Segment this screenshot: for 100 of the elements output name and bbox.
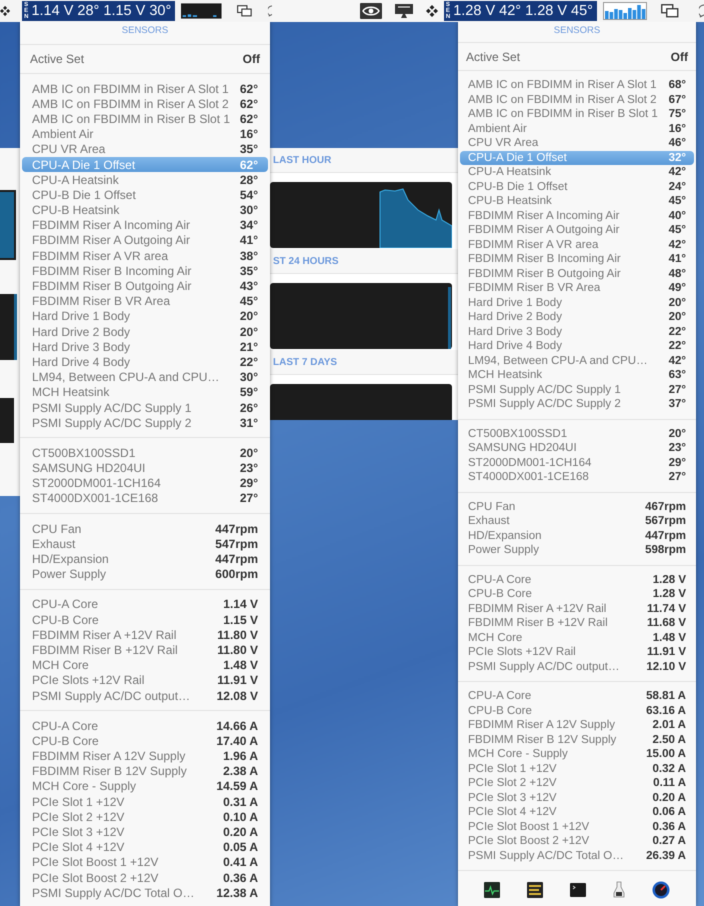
sensor-row[interactable]: PCIe Slot 4 +12V 0.05 A <box>22 840 268 855</box>
sensor-row[interactable]: CPU VR Area 46° <box>460 136 694 150</box>
gauge-icon[interactable] <box>652 881 670 899</box>
sensor-row[interactable]: Ambient Air 16° <box>22 126 268 142</box>
sensor-row[interactable]: Hard Drive 1 Body 20° <box>22 308 268 324</box>
sensor-row[interactable]: FBDIMM Riser B Incoming Air 41° <box>460 252 694 266</box>
sensor-row[interactable]: FBDIMM Riser A +12V Rail 11.80 V <box>22 627 268 642</box>
sensor-row[interactable]: AMB IC on FBDIMM in Riser A Slot 2 67° <box>460 92 694 107</box>
sensor-row[interactable]: CPU-A Heatsink 28° <box>22 172 268 188</box>
sensor-row[interactable]: FBDIMM Riser A Incoming Air 40° <box>460 208 694 223</box>
sensor-row[interactable]: FBDIMM Riser B Outgoing Air 48° <box>460 266 694 281</box>
sensor-row[interactable]: Hard Drive 2 Body 20° <box>22 324 268 340</box>
flask-icon[interactable] <box>613 881 626 899</box>
sensor-row[interactable]: FBDIMM Riser B Incoming Air 35° <box>22 263 268 278</box>
sensor-row[interactable]: PSMI Supply AC/DC Total O… 26.39 A <box>460 848 694 863</box>
sensor-row[interactable]: CPU-B Core 1.28 V <box>460 587 694 602</box>
sensor-row[interactable]: MCH Core 1.48 V <box>460 630 694 645</box>
sensor-row[interactable]: CT500BX100SSD1 20° <box>460 426 694 441</box>
sensor-row[interactable]: HD/Expansion 447rpm <box>22 551 268 567</box>
sensor-row[interactable]: CPU-B Heatsink 30° <box>22 202 268 218</box>
sensor-row[interactable]: Hard Drive 1 Body 20° <box>460 296 694 310</box>
display-icon[interactable] <box>394 3 414 19</box>
sensor-row[interactable]: PCIe Slot Boost 1 +12V 0.36 A <box>460 820 694 834</box>
sensor-row[interactable]: CPU-B Die 1 Offset 54° <box>22 187 268 202</box>
sensor-row[interactable]: Hard Drive 4 Body 22° <box>460 339 694 354</box>
terminal-icon[interactable] <box>570 883 586 897</box>
sensor-row[interactable]: PSMI Supply AC/DC Total O… 12.38 A <box>22 885 268 900</box>
sensor-row[interactable]: FBDIMM Riser B +12V Rail 11.80 V <box>22 642 268 658</box>
sensor-row[interactable]: PCIe Slots +12V Rail 11.91 V <box>460 645 694 660</box>
sensor-row[interactable]: ST4000DX001-1CE168 27° <box>22 490 268 506</box>
heart-monitor-icon[interactable] <box>484 882 500 898</box>
sensor-row[interactable]: PCIe Slot 1 +12V 0.32 A <box>460 762 694 776</box>
sensor-row[interactable]: CPU Fan 467rpm <box>460 500 694 514</box>
sensor-row[interactable]: Exhaust 567rpm <box>460 514 694 528</box>
sensor-row[interactable]: CPU-B Core 63.16 A <box>460 704 694 718</box>
eye-logo-icon[interactable] <box>360 3 382 19</box>
sensor-row[interactable]: PCIe Slot Boost 2 +12V 0.27 A <box>460 834 694 848</box>
sensor-row[interactable]: AMB IC on FBDIMM in Riser A Slot 2 62° <box>22 96 268 112</box>
sensor-row[interactable]: CT500BX100SSD1 20° <box>22 445 268 460</box>
sensor-row[interactable]: FBDIMM Riser B VR Area 45° <box>22 294 268 309</box>
log-window-icon[interactable] <box>526 882 543 898</box>
sensor-row[interactable]: Hard Drive 2 Body 20° <box>460 310 694 324</box>
sensor-row[interactable]: Exhaust 547rpm <box>22 536 268 552</box>
sensor-row[interactable]: MCH Heatsink 59° <box>22 384 268 400</box>
sensor-row[interactable]: Hard Drive 4 Body 22° <box>22 354 268 370</box>
sensor-row[interactable]: FBDIMM Riser B +12V Rail 11.68 V <box>460 616 694 630</box>
sensor-row[interactable]: CPU Fan 447rpm <box>22 521 268 536</box>
sensor-row[interactable]: PSMI Supply AC/DC Supply 1 26° <box>22 400 268 416</box>
sensor-row[interactable]: CPU-A Core 1.14 V <box>22 596 268 612</box>
speech-bubble-icon[interactable] <box>699 4 704 18</box>
sensor-row[interactable]: SAMSUNG HD204UI 23° <box>460 441 694 456</box>
sensor-row[interactable]: CPU-B Heatsink 45° <box>460 194 694 208</box>
sensor-row[interactable]: PCIe Slot Boost 1 +12V 0.41 A <box>22 854 268 870</box>
sensor-row[interactable]: CPU-B Die 1 Offset 24° <box>460 180 694 194</box>
sensor-row[interactable]: PCIe Slot 3 +12V 0.20 A <box>460 790 694 805</box>
sensor-row[interactable]: Hard Drive 3 Body 22° <box>460 324 694 339</box>
sensor-row[interactable]: CPU-B Core 17.40 A <box>22 733 268 748</box>
four-diamonds-icon[interactable] <box>426 5 438 17</box>
sensor-row[interactable]: PCIe Slot Boost 2 +12V 0.36 A <box>22 870 268 886</box>
sensor-row[interactable]: PSMI Supply AC/DC Supply 2 31° <box>22 415 268 430</box>
sensor-row[interactable]: PCIe Slot 4 +12V 0.06 A <box>460 805 694 820</box>
sensor-row[interactable]: FBDIMM Riser A Incoming Air 34° <box>22 218 268 233</box>
sensor-row[interactable]: FBDIMM Riser B 12V Supply 2.38 A <box>22 764 268 779</box>
sensor-row[interactable]: CPU VR Area 35° <box>22 142 268 157</box>
sensor-row[interactable]: FBDIMM Riser A Outgoing Air 41° <box>22 232 268 248</box>
sensor-row[interactable]: AMB IC on FBDIMM in Riser B Slot 1 62° <box>22 111 268 127</box>
sensor-row[interactable]: PSMI Supply AC/DC Supply 1 27° <box>460 382 694 397</box>
sensor-row[interactable]: AMB IC on FBDIMM in Riser B Slot 1 75° <box>460 107 694 122</box>
sensor-row[interactable]: CPU-A Core 1.28 V <box>460 572 694 587</box>
sensor-row[interactable]: FBDIMM Riser B VR Area 49° <box>460 281 694 296</box>
overlapping-windows-icon[interactable] <box>237 4 252 18</box>
sensor-row[interactable]: FBDIMM Riser A +12V Rail 11.74 V <box>460 602 694 616</box>
sensor-row[interactable]: PSMI Supply AC/DC output… 12.10 V <box>460 660 694 674</box>
sensor-row[interactable]: ST2000DM001-1CH164 29° <box>460 456 694 470</box>
sensor-row[interactable]: CPU-A Core 58.81 A <box>460 689 694 704</box>
sensor-row[interactable]: HD/Expansion 447rpm <box>460 528 694 543</box>
sensor-row[interactable]: CPU-A Core 14.66 A <box>22 718 268 734</box>
sensor-row[interactable]: PCIe Slot 2 +12V 0.11 A <box>460 776 694 790</box>
sensor-row[interactable]: FBDIMM Riser A 12V Supply 2.01 A <box>460 718 694 732</box>
sensor-row[interactable]: LM94, Between CPU-A and CPU… 42° <box>460 354 694 368</box>
sensor-row[interactable]: PCIe Slots +12V Rail 11.91 V <box>22 672 268 688</box>
sensor-row[interactable]: PCIe Slot 3 +12V 0.20 A <box>22 824 268 840</box>
sensor-row[interactable]: FBDIMM Riser A VR area 42° <box>460 238 694 252</box>
sensor-row[interactable]: AMB IC on FBDIMM in Riser A Slot 1 62° <box>22 81 268 96</box>
sensor-row[interactable]: CPU-A Heatsink 42° <box>460 165 694 180</box>
sensor-row[interactable]: FBDIMM Riser A Outgoing Air 45° <box>460 223 694 238</box>
sensor-row[interactable]: FBDIMM Riser B Outgoing Air 43° <box>22 278 268 294</box>
sensor-row[interactable]: MCH Heatsink 63° <box>460 368 694 382</box>
four-diamonds-icon[interactable] <box>0 5 10 17</box>
sensor-row[interactable]: FBDIMM Riser A VR area 38° <box>22 248 268 264</box>
sensor-row[interactable]: Ambient Air 16° <box>460 122 694 136</box>
sensor-row[interactable]: PSMI Supply AC/DC output… 12.08 V <box>22 688 268 704</box>
menu-row[interactable]: Active Set Off <box>458 42 696 71</box>
sensor-row[interactable]: Power Supply 598rpm <box>460 543 694 558</box>
sensor-row[interactable]: PCIe Slot 2 +12V 0.10 A <box>22 809 268 824</box>
sensor-row[interactable]: PSMI Supply AC/DC Supply 2 37° <box>460 397 694 412</box>
sensor-row[interactable]: SAMSUNG HD204UI 23° <box>22 460 268 476</box>
sensor-row[interactable]: FBDIMM Riser A 12V Supply 1.96 A <box>22 748 268 764</box>
sensor-row[interactable]: AMB IC on FBDIMM in Riser A Slot 1 68° <box>460 78 694 92</box>
sensor-row[interactable]: MCH Core 1.48 V <box>22 658 268 673</box>
